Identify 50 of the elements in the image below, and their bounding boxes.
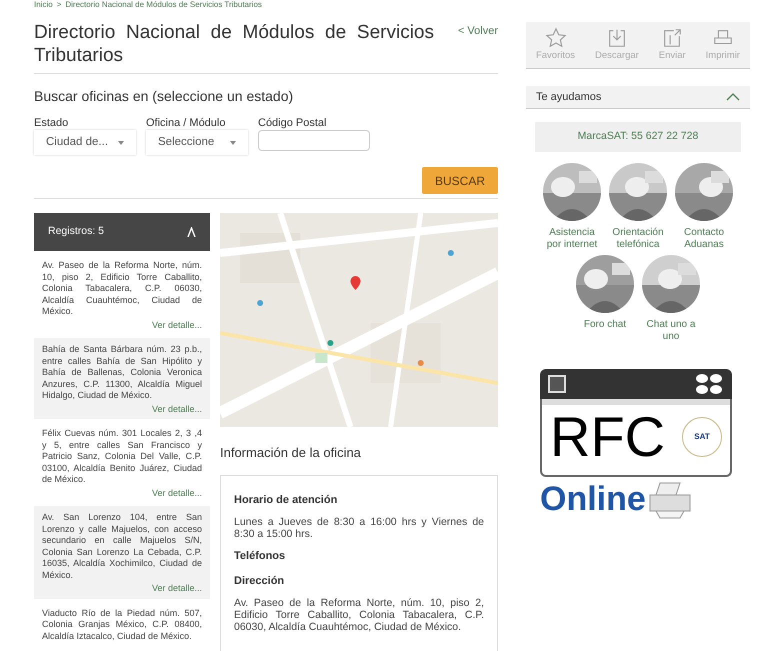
field-label: Código Postal [258,117,328,130]
section-heading: Dirección [234,574,286,588]
star-icon [544,26,566,49]
section-text: Av. Paseo de la Reforma Norte, núm. 10, piso 2, Edificio Torre Caballito, Colonia Tabacalera, C.P. 06030, Alcaldía Cuauhtémoc, Ciudad de México. [234,597,484,633]
dropdown-field[interactable]: Seleccione [146,130,248,155]
result-item[interactable]: Av. San Lorenzo 104, entre San Lorenzo y calle Majuelos, con acceso secundario en calle Majuelos S/N, Colonia San Lorenzo La Cebada, C.P. 16035, Alcaldía Xochimilco, Ciudad de México. Ver detalle... [34,506,210,598]
help-title: Te ayudamos [536,90,602,105]
service-link[interactable]: Orientación telefónica [608,163,668,251]
caret-icon [118,140,124,144]
banner-title: RFC [550,409,666,465]
office-address: Bahía de Santa Bárbara núm. 23 p.b., entre calles Bahía de San Hipólito y Bahía de Ballenas, Colonia Veronica Anzures, C.P. 11300, Alcaldía Miguel Hidalgo, Ciudad de México. [42,344,202,402]
chevron-up-icon[interactable] [726,93,740,101]
service-link[interactable]: Contacto Aduanas [674,163,734,251]
section-heading: Teléfonos [234,549,286,564]
results-count: Registros: 5 [48,224,104,240]
search-heading: Buscar oficinas en (seleccione un estado) [34,87,294,106]
details-link[interactable]: Ver detalle... [152,583,202,594]
field-label: Oficina / Módulo [146,117,226,130]
office-address: Viaducto Río de la Piedad núm. 507, Colonia Granjas México, C.P. 08400, Alcaldía Iztacalco, Ciudad de México. [42,608,202,642]
phone-banner: MarcaSAT: 55 627 22 728 [535,122,741,152]
banner-subtitle: Online [540,479,646,519]
back-link[interactable]: < Volver [458,23,498,40]
dropdown-field[interactable]: Ciudad de... [34,130,136,155]
breadcrumb-link[interactable]: Inicio [34,0,53,9]
field-label: Estado [34,117,70,130]
service-link[interactable]: Foro chat [575,255,635,343]
details-link[interactable]: Ver detalle... [152,488,202,499]
breadcrumb-separator: > [56,0,62,9]
page-title: Directorio Nacional de Módulos de Servicios Tributarios [34,21,434,67]
office-address: Av. Paseo de la Reforma Norte, núm. 10, piso 2, Edificio Torre Caballito, Colonia Tabacalera, C.P. 06030, Alcaldía Cuauhtémoc, Ciudad de México. [42,260,202,318]
caret-icon [230,140,236,144]
share-icon [661,26,684,49]
section-heading: Horario de atención [234,492,338,508]
result-item[interactable]: Bahía de Santa Bárbara núm. 23 p.b., entre calles Bahía de San Hipólito y Bahía de Ballenas, Colonia Veronica Anzures, C.P. 11300, Alcaldía Miguel Hidalgo, Ciudad de México. Ver detalle... [34,338,210,419]
office-address: Félix Cuevas núm. 301 Locales 2, 3 ,4 y 5, entre calles San Francisco y Patricio Sanz, Colonia Del Valle, C.P. 03100, Alcaldía Benito Juárez, Ciudad de México. [42,428,202,486]
service-link[interactable]: Asistencia por internet [542,163,602,251]
section-text: Lunes a Jueves de 8:30 a 16:00 hrs y Viernes de 8:30 a 15:00 hrs. [234,516,484,540]
results-header[interactable]: Registros: 5 [34,213,210,251]
postal-code-field[interactable] [258,130,370,151]
details-link[interactable]: Ver detalle... [152,404,202,415]
details-link[interactable]: Ver detalle... [152,320,202,331]
dots-icon [694,373,724,395]
search-button[interactable]: BUSCAR [422,167,498,194]
help-header[interactable]: Te ayudamos [526,86,750,109]
window-square-icon [548,375,566,393]
office-address: Av. San Lorenzo 104, entre San Lorenzo y calle Majuelos, con acceso secundario en calle Majuelos S/N, Colonia San Lorenzo La Cebada, C.P. 16035, Alcaldía Xochimilco, Ciudad de México. [42,512,202,581]
breadcrumb-current: Directorio Nacional de Módulos de Servicios Tributarios [65,0,262,9]
sat-badge: SAT [682,417,722,457]
office-info-title: Información de la oficina [220,444,362,462]
service-link[interactable]: Chat uno a uno [641,255,701,343]
